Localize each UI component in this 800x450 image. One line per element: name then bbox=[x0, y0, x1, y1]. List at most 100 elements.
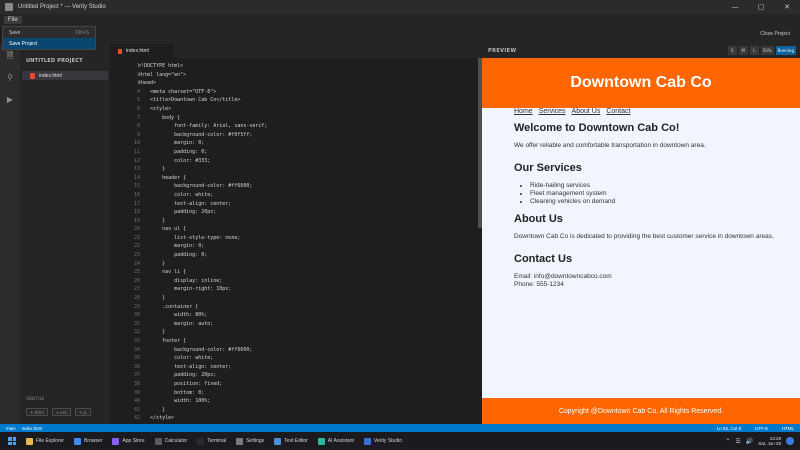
code-line[interactable]: padding: 0; bbox=[138, 148, 474, 157]
taskbar-item[interactable]: File Explorer bbox=[26, 437, 64, 445]
menu-file[interactable]: File bbox=[4, 16, 22, 24]
search-icon[interactable]: ⚲ bbox=[5, 72, 15, 82]
code-line[interactable]: color: white; bbox=[138, 354, 474, 363]
preview-label: PREVIEW bbox=[488, 48, 517, 54]
code-line[interactable]: color: #333; bbox=[138, 157, 474, 166]
code-line[interactable]: color: white; bbox=[138, 191, 474, 200]
code-editor[interactable]: 1 2 3 4 5 6 7 8 9 10 11 12 13 14 15 16 17 18 19 20 21 22 23 24 2… bbox=[110, 58, 482, 424]
encoding-status[interactable]: UTF-8 bbox=[755, 426, 768, 431]
about-text: Downtown Cab Co is dedicated to providin… bbox=[514, 233, 774, 241]
minimize-button[interactable]: — bbox=[722, 0, 748, 14]
code-line[interactable]: <meta charset="UTF-8"> bbox=[138, 88, 474, 97]
volume-icon[interactable]: 🔊 bbox=[746, 438, 753, 445]
footer-text: Copyright @Downtown Cab Co, All Rights R… bbox=[558, 407, 724, 415]
file-item-index-html[interactable]: index.html bbox=[22, 71, 108, 80]
wifi-icon[interactable]: ☰ bbox=[735, 438, 740, 445]
code-line[interactable]: margin: 0; bbox=[138, 139, 474, 148]
code-line[interactable]: <style> bbox=[138, 105, 474, 114]
code-line[interactable]: } bbox=[138, 165, 474, 174]
code-line[interactable]: width: 100%; bbox=[138, 397, 474, 406]
nav-link-home[interactable]: Home bbox=[514, 108, 533, 115]
menu-item-shortcut: Ctrl+S bbox=[74, 29, 89, 36]
taskbar-item[interactable]: App Store bbox=[112, 437, 145, 445]
top-toolbar: Close Project bbox=[96, 26, 800, 44]
code-line[interactable]: list-style-type: none; bbox=[138, 234, 474, 243]
close-project-button[interactable]: Close Project bbox=[760, 31, 790, 37]
code-line[interactable]: padding: 20px; bbox=[138, 371, 474, 380]
code-line[interactable]: <title>Downtown Cab Co</title> bbox=[138, 96, 474, 105]
code-line[interactable]: } bbox=[138, 328, 474, 337]
code-line[interactable]: <!DOCTYPE html> bbox=[138, 62, 474, 71]
code-line[interactable]: display: inline; bbox=[138, 277, 474, 286]
zoom-level[interactable]: 50% bbox=[760, 46, 774, 55]
taskbar-item[interactable]: Verity Studio bbox=[363, 437, 402, 445]
language-mode[interactable]: HTML bbox=[782, 426, 794, 431]
code-line[interactable]: </style> bbox=[138, 414, 474, 423]
code-line[interactable]: background-color: #ff6600; bbox=[138, 346, 474, 355]
title-bar: Untitled Project * — Verity Studio — ▢ ✕ bbox=[0, 0, 800, 14]
code-line[interactable]: bottom: 0; bbox=[138, 389, 474, 398]
add-css-button[interactable]: +.css bbox=[51, 408, 71, 416]
clock-date: Sat, Jun 28 bbox=[758, 441, 781, 446]
menu-item-save-project[interactable]: Save Project bbox=[3, 38, 95, 49]
start-menu-icon[interactable] bbox=[8, 437, 16, 445]
code-line[interactable]: .container { bbox=[138, 303, 474, 312]
branch-status[interactable]: main bbox=[6, 426, 16, 431]
code-content[interactable]: <!DOCTYPE html> <html lang="en"> <head> <m… bbox=[138, 62, 474, 424]
code-line[interactable]: position: fixed; bbox=[138, 380, 474, 389]
taskbar-item-label: Verity Studio bbox=[373, 438, 402, 444]
code-line[interactable]: padding: 20px; bbox=[138, 208, 474, 217]
taskbar-item[interactable]: Calculator bbox=[154, 437, 187, 445]
code-line[interactable]: <html lang="en"> bbox=[138, 71, 474, 80]
code-line[interactable]: background-color: #f0f5ff; bbox=[138, 131, 474, 140]
code-line[interactable]: background-color: #ff6600; bbox=[138, 182, 474, 191]
nav-link-contact[interactable]: Contact bbox=[606, 108, 630, 115]
notification-icon[interactable] bbox=[786, 437, 794, 445]
clock[interactable]: 13:28 Sat, Jun 28 bbox=[758, 436, 781, 446]
code-line[interactable]: <head> bbox=[138, 79, 474, 88]
maximize-button[interactable]: ▢ bbox=[748, 0, 774, 14]
code-line[interactable]: text-align: center; bbox=[138, 200, 474, 209]
cursor-position[interactable]: Ln 92, Col 8 bbox=[717, 426, 741, 431]
code-line[interactable]: margin-right: 10px; bbox=[138, 285, 474, 294]
taskbar-item-label: AI Assistant bbox=[327, 438, 354, 444]
code-line[interactable]: footer { bbox=[138, 337, 474, 346]
add-html-button[interactable]: +.html bbox=[26, 408, 48, 416]
code-line[interactable]: font-family: Arial, sans-serif; bbox=[138, 122, 474, 131]
nav-link-services[interactable]: Services bbox=[539, 108, 566, 115]
running-status-button[interactable]: Running bbox=[775, 46, 796, 55]
code-line[interactable]: padding: 0; bbox=[138, 251, 474, 260]
size-small-button[interactable]: S bbox=[727, 46, 737, 55]
code-line[interactable]: margin: 0; bbox=[138, 242, 474, 251]
add-js-button[interactable]: +.js bbox=[74, 408, 91, 416]
site-header-title: Downtown Cab Co bbox=[570, 74, 712, 91]
nav-link-about[interactable]: About Us bbox=[572, 108, 601, 115]
code-line[interactable]: width: 80%; bbox=[138, 311, 474, 320]
taskbar-item[interactable]: Text Editor bbox=[274, 437, 308, 445]
taskbar-item[interactable]: Browser bbox=[74, 437, 102, 445]
code-line[interactable]: } bbox=[138, 260, 474, 269]
code-line[interactable]: } bbox=[138, 217, 474, 226]
menu-item-save[interactable]: Save Ctrl+S bbox=[3, 27, 95, 38]
activity-bar: 🗎 ⚲ ▶ bbox=[0, 44, 20, 424]
close-window-button[interactable]: ✕ bbox=[774, 0, 800, 14]
code-line[interactable]: body { bbox=[138, 114, 474, 123]
size-medium-button[interactable]: M bbox=[738, 46, 748, 55]
run-icon[interactable]: ▶ bbox=[5, 94, 15, 104]
size-large-button[interactable]: L bbox=[749, 46, 759, 55]
taskbar-item-label: Text Editor bbox=[284, 438, 308, 444]
code-line[interactable]: text-align: center; bbox=[138, 363, 474, 372]
project-title: UNTITLED PROJECT bbox=[26, 58, 83, 64]
tab-index-html[interactable]: index.html bbox=[110, 44, 174, 58]
taskbar-item[interactable]: AI Assistant bbox=[317, 437, 354, 445]
code-line[interactable]: margin: auto; bbox=[138, 320, 474, 329]
taskbar-item[interactable]: Terminal bbox=[197, 437, 226, 445]
files-icon[interactable]: 🗎 bbox=[5, 51, 15, 62]
code-line[interactable]: nav ul { bbox=[138, 225, 474, 234]
code-line[interactable]: } bbox=[138, 406, 474, 415]
chevron-up-icon[interactable]: ⌃ bbox=[725, 438, 730, 445]
code-line[interactable]: header { bbox=[138, 174, 474, 183]
code-line[interactable]: nav li { bbox=[138, 268, 474, 277]
code-line[interactable]: } bbox=[138, 294, 474, 303]
taskbar-item[interactable]: Settings bbox=[236, 437, 264, 445]
